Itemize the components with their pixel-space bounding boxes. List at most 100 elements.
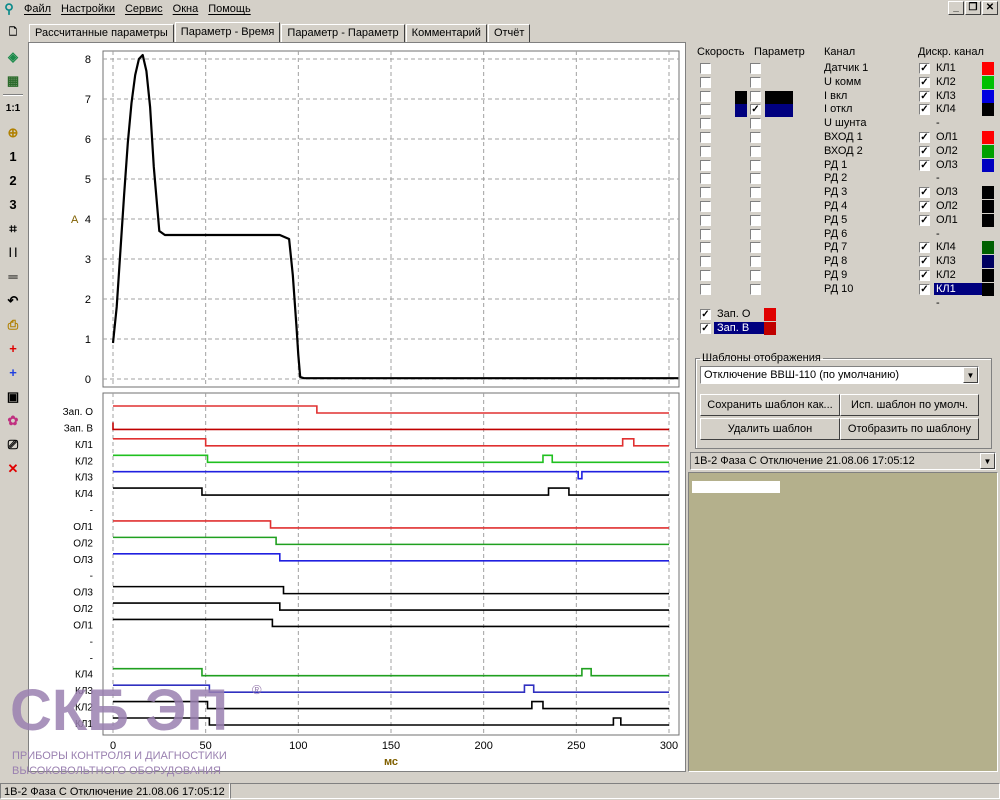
vertical-cursors-icon[interactable]: | |	[2, 242, 24, 264]
y-tick-label: 7	[85, 94, 91, 106]
discrete-checkbox[interactable]	[919, 90, 930, 102]
colors-icon[interactable]: ✿	[2, 410, 24, 432]
param-checkbox[interactable]	[750, 283, 761, 295]
discrete-checkbox[interactable]	[919, 132, 930, 143]
one-icon[interactable]: 1	[2, 146, 24, 168]
y-tick-label: 2	[85, 294, 91, 306]
param-checkbox[interactable]	[750, 201, 761, 212]
discrete-checkbox[interactable]	[919, 76, 930, 88]
tab-1[interactable]: Параметр - Время	[174, 22, 281, 42]
undo-icon[interactable]: ↶	[2, 290, 24, 312]
param-checkbox[interactable]	[750, 256, 761, 268]
template-select[interactable]: Отключение ВВШ-110 (по умолчанию) ▼	[700, 366, 979, 384]
param-checkbox[interactable]	[750, 104, 761, 116]
menu-help[interactable]: Помощь	[203, 3, 256, 15]
speed-checkbox[interactable]	[700, 90, 711, 102]
speed-checkbox[interactable]	[700, 214, 711, 226]
menu-service[interactable]: Сервис	[120, 3, 168, 15]
discrete-checkbox[interactable]	[919, 270, 930, 281]
param-checkbox[interactable]	[750, 63, 761, 74]
discrete-checkbox[interactable]	[919, 201, 930, 212]
record-select[interactable]: 1В-2 Фаза С Отключение 21.08.06 17:05:12…	[690, 452, 996, 470]
horizontal-cursors-icon[interactable]: ═	[2, 266, 24, 288]
delete-template-button[interactable]: Удалить шаблон	[700, 418, 840, 440]
discrete-checkbox[interactable]	[919, 159, 930, 171]
chevron-down-icon[interactable]: ▼	[963, 367, 978, 383]
close-icon[interactable]: ✕	[2, 458, 24, 480]
discrete-checkbox[interactable]	[919, 283, 930, 295]
param-checkbox[interactable]	[750, 214, 761, 226]
discrete-checkbox[interactable]	[919, 104, 930, 116]
tab-0[interactable]: Рассчитанные параметры	[29, 24, 174, 42]
open-icon[interactable]: ◈	[2, 46, 24, 68]
close-window-button[interactable]: ✕	[982, 1, 998, 15]
discrete-checkbox[interactable]	[919, 63, 930, 74]
apply-template-button[interactable]: Отобразить по шаблону	[840, 418, 979, 440]
speed-checkbox[interactable]	[700, 283, 711, 295]
crop-icon[interactable]: ⌗	[2, 218, 24, 240]
tab-3[interactable]: Комментарий	[405, 24, 487, 42]
grid-icon[interactable]: ▦	[2, 70, 24, 92]
param-checkbox[interactable]	[750, 159, 761, 171]
discrete-color-swatch	[982, 255, 994, 269]
speed-checkbox[interactable]	[700, 173, 711, 185]
zoom-icon[interactable]: ⊕	[2, 122, 24, 144]
speed-checkbox[interactable]	[700, 201, 711, 212]
speed-checkbox[interactable]	[700, 256, 711, 268]
param-checkbox[interactable]	[750, 76, 761, 88]
zap-checkbox[interactable]	[700, 323, 711, 334]
speed-checkbox[interactable]	[700, 104, 711, 116]
new-file-icon[interactable]: 🗋	[2, 22, 24, 44]
discrete-checkbox[interactable]	[919, 187, 930, 199]
discrete-checkbox[interactable]	[919, 242, 930, 254]
param-checkbox[interactable]	[750, 187, 761, 199]
window-controls: _ ❐ ✕	[948, 1, 998, 15]
zap-checkbox[interactable]	[700, 309, 711, 320]
speed-checkbox[interactable]	[700, 118, 711, 130]
x-tick-label: 100	[289, 740, 307, 752]
menu-file[interactable]: Файл	[19, 3, 56, 15]
speed-checkbox[interactable]	[700, 63, 711, 74]
ratio-icon[interactable]: 1:1	[2, 98, 24, 120]
speed-checkbox[interactable]	[700, 228, 711, 240]
save-template-button[interactable]: Сохранить шаблон как...	[700, 394, 840, 416]
param-checkbox[interactable]	[750, 145, 761, 157]
minimize-button[interactable]: _	[948, 1, 964, 15]
restore-button[interactable]: ❐	[965, 1, 981, 15]
blue-cross-icon[interactable]: +	[2, 362, 24, 384]
printer-icon[interactable]: ⎚	[2, 434, 24, 456]
three-icon[interactable]: 3	[2, 194, 24, 216]
use-default-template-button[interactable]: Исп. шаблон по умолч.	[840, 394, 979, 416]
param-checkbox[interactable]	[750, 173, 761, 185]
discrete-checkbox[interactable]	[919, 214, 930, 226]
print-icon[interactable]: ⎙	[2, 314, 24, 336]
param-checkbox[interactable]	[750, 132, 761, 143]
speed-checkbox[interactable]	[700, 242, 711, 254]
speed-checkbox[interactable]	[700, 145, 711, 157]
param-checkbox[interactable]	[750, 90, 761, 102]
speed-checkbox[interactable]	[700, 132, 711, 143]
red-cross-icon[interactable]: +	[2, 338, 24, 360]
list-item[interactable]	[692, 481, 780, 493]
plot-area[interactable]: 0 1 2 3 4 5 6 7 8 A 0 50 100 150 200 250 300 мс Зап. О Зап.…	[28, 42, 686, 772]
param-checkbox[interactable]	[750, 270, 761, 281]
templates-legend: Шаблоны отображения	[702, 352, 821, 364]
speed-checkbox[interactable]	[700, 76, 711, 88]
speed-header: Скорость	[697, 46, 745, 58]
menu-windows[interactable]: Окна	[168, 3, 204, 15]
param-checkbox[interactable]	[750, 228, 761, 240]
tab-4[interactable]: Отчёт	[487, 24, 531, 42]
discrete-checkbox[interactable]	[919, 256, 930, 268]
menu-settings[interactable]: Настройки	[56, 3, 120, 15]
param-checkbox[interactable]	[750, 242, 761, 254]
chevron-down-icon[interactable]: ▼	[980, 453, 995, 469]
record-list[interactable]	[688, 472, 998, 772]
discrete-checkbox[interactable]	[919, 145, 930, 157]
tab-2[interactable]: Параметр - Параметр	[281, 24, 405, 42]
speed-checkbox[interactable]	[700, 159, 711, 171]
speed-checkbox[interactable]	[700, 270, 711, 281]
two-icon[interactable]: 2	[2, 170, 24, 192]
speed-checkbox[interactable]	[700, 187, 711, 199]
frame-icon[interactable]: ▣	[2, 386, 24, 408]
param-checkbox[interactable]	[750, 118, 761, 130]
